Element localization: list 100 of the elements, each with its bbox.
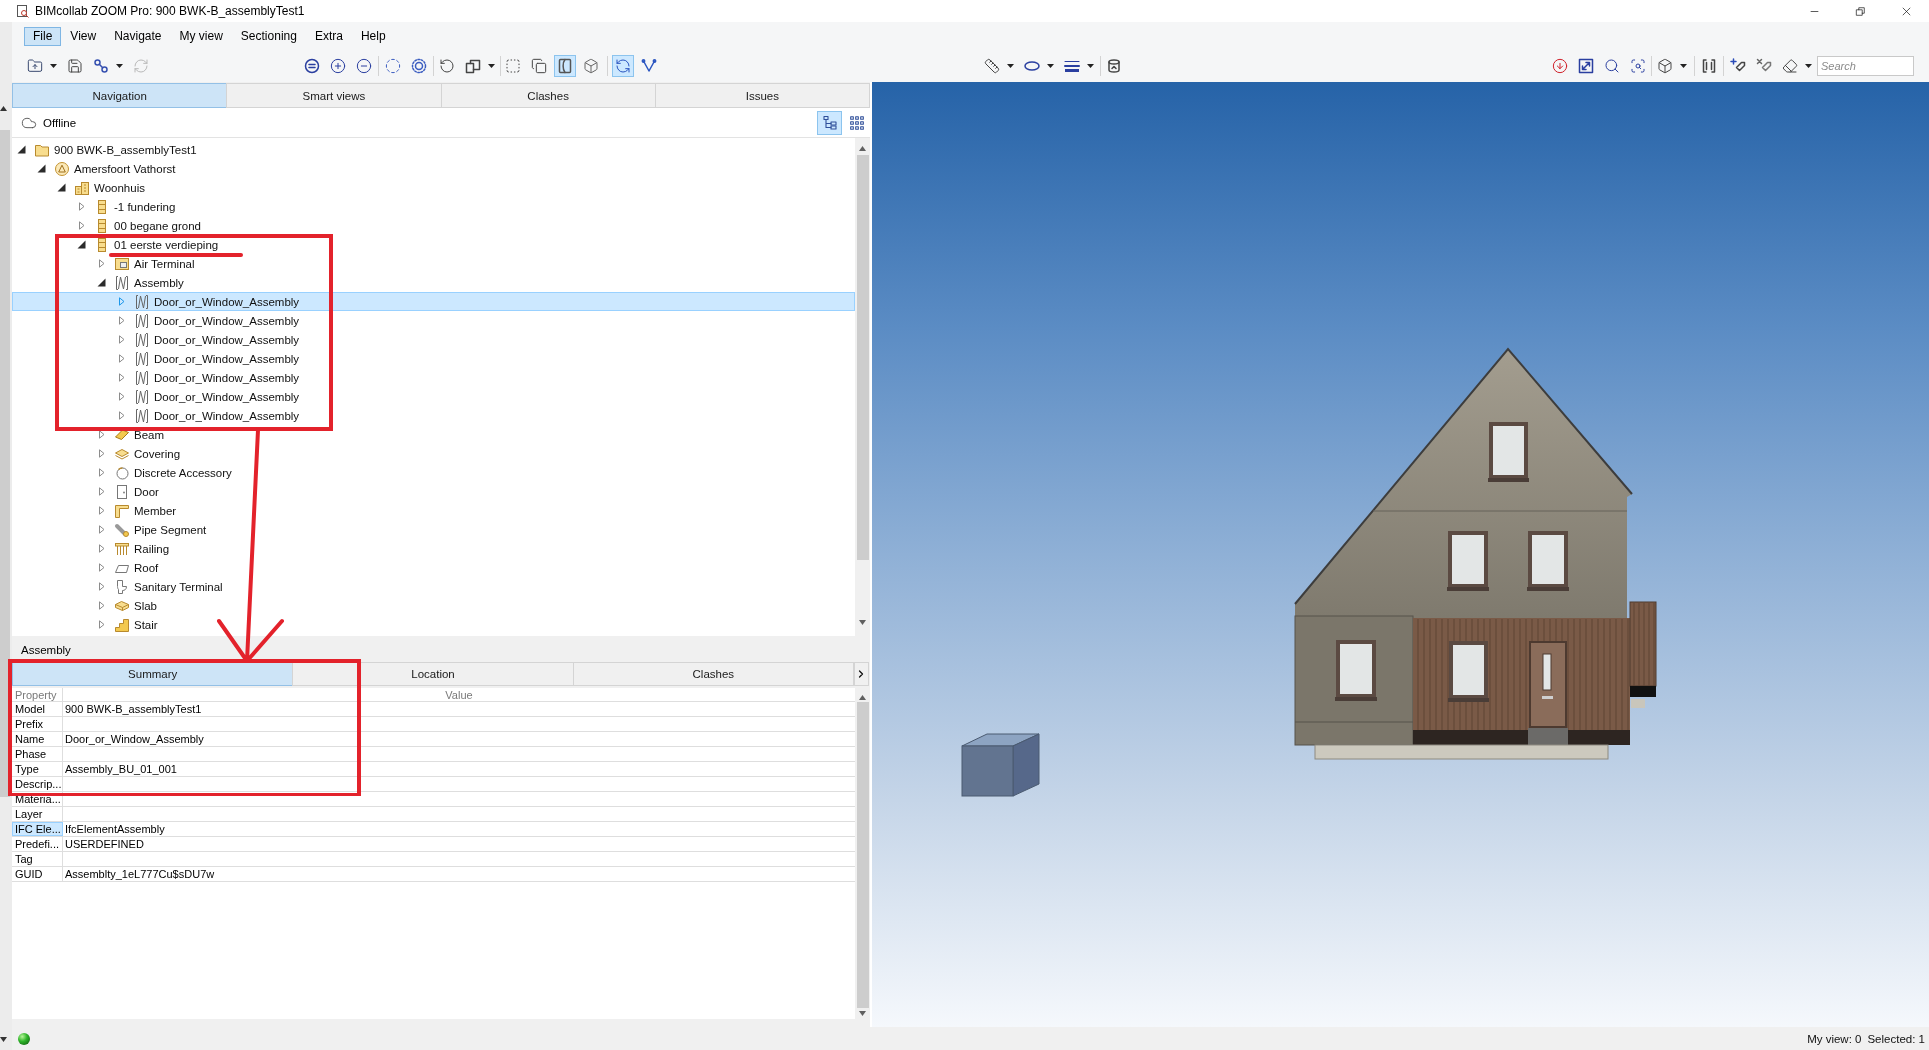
- scroll-down-icon[interactable]: [0, 1037, 7, 1042]
- tree-item[interactable]: Roof: [134, 561, 159, 574]
- scrollbar-thumb[interactable]: [856, 702, 869, 1008]
- tree-item[interactable]: 900 BWK-B_assemblyTest1: [54, 143, 197, 156]
- property-cell: Tag: [12, 852, 63, 866]
- collapsed-arrow-icon[interactable]: [77, 221, 86, 230]
- tree-item[interactable]: Door_or_Window_Assembly: [154, 371, 300, 384]
- tab[interactable]: Summary: [12, 662, 294, 686]
- tab[interactable]: Navigation: [12, 83, 228, 108]
- caret-down-icon[interactable]: [1046, 64, 1054, 68]
- collapsed-arrow-icon[interactable]: [97, 601, 106, 610]
- expanded-arrow-icon[interactable]: [37, 164, 46, 173]
- column-header: Value: [444, 688, 474, 701]
- expanded-arrow-icon[interactable]: [97, 278, 106, 287]
- tree-item[interactable]: Stair: [134, 618, 158, 631]
- collapsed-arrow-icon[interactable]: [77, 202, 86, 211]
- tree-item[interactable]: 00 begane grond: [114, 219, 201, 232]
- menu-item[interactable]: Extra: [305, 26, 352, 46]
- caret-down-icon[interactable]: [1006, 64, 1014, 68]
- collapsed-arrow-icon[interactable]: [97, 506, 106, 515]
- collapsed-arrow-icon[interactable]: [97, 468, 106, 477]
- collapsed-arrow-icon[interactable]: [97, 487, 106, 496]
- search-field[interactable]: Search: [1817, 56, 1914, 76]
- tab[interactable]: Issues: [654, 83, 870, 108]
- caret-down-icon[interactable]: [49, 64, 57, 68]
- tree-item[interactable]: Door_or_Window_Assembly: [154, 314, 300, 327]
- collapsed-arrow-icon[interactable]: [97, 620, 106, 629]
- scrollbar-thumb[interactable]: [0, 130, 10, 797]
- stair-icon: [114, 616, 130, 633]
- property-cell: Phase: [12, 747, 63, 761]
- tree-item[interactable]: Assembly: [134, 276, 184, 289]
- status-text: My view: 0: [1807, 1032, 1862, 1045]
- menu-item[interactable]: My view: [170, 26, 232, 46]
- tree-item[interactable]: Pipe Segment: [134, 523, 207, 536]
- collapsed-arrow-icon[interactable]: [97, 544, 106, 553]
- menu-item[interactable]: Sectioning: [231, 26, 306, 46]
- tree-item[interactable]: Door: [134, 485, 159, 498]
- scrollbar-thumb[interactable]: [856, 155, 869, 560]
- tree-item[interactable]: 01 eerste verdieping: [114, 238, 219, 251]
- tree-item[interactable]: Door_or_Window_Assembly: [154, 390, 300, 403]
- menu-item[interactable]: Help: [351, 26, 395, 46]
- tree-item[interactable]: Amersfoort Vathorst: [74, 162, 176, 175]
- collapsed-arrow-icon[interactable]: [117, 411, 126, 420]
- tree-item[interactable]: Door_or_Window_Assembly: [154, 333, 300, 346]
- tree-item[interactable]: Door_or_Window_Assembly: [154, 295, 300, 308]
- property-cell: Prefix: [12, 717, 63, 731]
- collapsed-arrow-icon[interactable]: [97, 449, 106, 458]
- tab[interactable]: Clashes: [572, 662, 854, 686]
- property-cell: Model: [12, 702, 63, 716]
- tree-item[interactable]: Discrete Accessory: [134, 466, 232, 479]
- scroll-down-icon[interactable]: [859, 1011, 866, 1016]
- menu-item[interactable]: File: [24, 26, 62, 46]
- tree-item[interactable]: Slab: [134, 599, 158, 612]
- caret-down-icon[interactable]: [115, 64, 123, 68]
- close-icon[interactable]: [1900, 5, 1912, 17]
- app-icon: [17, 4, 29, 18]
- collapsed-arrow-icon[interactable]: [117, 373, 126, 382]
- tree-item[interactable]: Air Terminal: [134, 257, 195, 270]
- collapsed-arrow-icon[interactable]: [117, 335, 126, 344]
- expanded-arrow-icon[interactable]: [57, 183, 66, 192]
- tab[interactable]: Clashes: [440, 83, 656, 108]
- tab[interactable]: Location: [292, 662, 574, 686]
- tree-item[interactable]: Door_or_Window_Assembly: [154, 352, 300, 365]
- collapsed-arrow-icon[interactable]: [117, 354, 126, 363]
- tree-item[interactable]: Woonhuis: [94, 181, 145, 194]
- collapsed-arrow-icon[interactable]: [97, 563, 106, 572]
- tree-item[interactable]: Railing: [134, 542, 170, 555]
- collapsed-arrow-icon[interactable]: [117, 316, 126, 325]
- tree-item[interactable]: Beam: [134, 428, 165, 441]
- tree-item[interactable]: Sanitary Terminal: [134, 580, 223, 593]
- tab[interactable]: Smart views: [226, 83, 442, 108]
- tree-item[interactable]: -1 fundering: [114, 200, 176, 213]
- restore-icon[interactable]: [1854, 5, 1866, 17]
- collapsed-arrow-icon[interactable]: [97, 259, 106, 268]
- scroll-up-icon[interactable]: [0, 106, 7, 111]
- caret-down-icon[interactable]: [487, 64, 495, 68]
- scroll-up-icon[interactable]: [859, 695, 866, 700]
- expanded-arrow-icon[interactable]: [17, 145, 26, 154]
- scroll-up-icon[interactable]: [859, 146, 866, 151]
- tree-item[interactable]: Door_or_Window_Assembly: [154, 409, 300, 422]
- expanded-arrow-icon[interactable]: [77, 240, 86, 249]
- tree-item[interactable]: Member: [134, 504, 177, 517]
- collapsed-arrow-icon[interactable]: [97, 582, 106, 591]
- caret-down-icon[interactable]: [1679, 64, 1687, 68]
- caret-down-icon[interactable]: [1804, 64, 1812, 68]
- assembly-icon: [134, 293, 150, 310]
- accessory-icon: [114, 464, 130, 481]
- tree-item[interactable]: Covering: [134, 447, 181, 460]
- panel-title: Assembly: [21, 644, 71, 656]
- property-cell: Predefi...: [12, 837, 63, 851]
- menu-item[interactable]: Navigate: [105, 26, 171, 46]
- menu-item[interactable]: View: [61, 26, 106, 46]
- assembly-icon: [134, 350, 150, 367]
- collapsed-arrow-icon[interactable]: [97, 525, 106, 534]
- property-cell: Layer: [12, 807, 63, 821]
- air-terminal-icon: [114, 255, 130, 272]
- caret-down-icon[interactable]: [1086, 64, 1094, 68]
- collapsed-arrow-icon[interactable]: [97, 430, 106, 439]
- collapsed-arrow-icon[interactable]: [117, 392, 126, 401]
- scroll-down-icon[interactable]: [859, 620, 866, 625]
